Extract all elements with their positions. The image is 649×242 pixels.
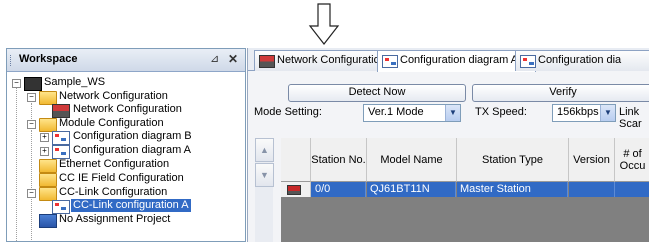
tree-item-cc-ie-field-configuration[interactable]: CC IE Field Configuration <box>7 172 243 187</box>
tree-item-ethernet-configuration[interactable]: Ethernet Configuration <box>7 158 243 173</box>
collapse-icon[interactable]: − <box>12 79 21 88</box>
column-header[interactable]: Station No. <box>311 138 367 182</box>
tree-item-cc-link-configuration-a[interactable]: CC-Link configuration A <box>7 199 243 214</box>
editor-area: Network Configuration Configuration diag… <box>247 48 649 242</box>
row-move-bar: ▲ ▼ <box>255 138 274 242</box>
tree-item-label: Module Configuration <box>59 117 164 129</box>
workspace-panel: Workspace ⊿ ✕ − Sample_WS − Network Conf… <box>6 48 246 242</box>
tree-item-network-configuration-folder[interactable]: − Network Configuration <box>7 90 243 105</box>
tree-item-label: Configuration diagram B <box>73 130 192 142</box>
expand-icon[interactable]: + <box>40 147 49 156</box>
tree-item-module-configuration[interactable]: − Module Configuration <box>7 117 243 132</box>
table-cell-model-name[interactable]: QJ61BT11N <box>367 182 456 197</box>
column-header[interactable]: Model Name <box>367 138 457 182</box>
tree-item-label: CC-Link Configuration <box>59 186 168 198</box>
close-icon[interactable]: ✕ <box>228 52 238 66</box>
tab-configuration-diagram[interactable]: Configuration dia <box>515 50 649 71</box>
tab-configuration-diagram-a[interactable]: Configuration diagram A <box>377 50 536 72</box>
mode-setting-select[interactable]: Ver.1 Mode ▼ <box>363 104 461 122</box>
collapse-icon[interactable]: − <box>27 93 36 102</box>
table-cell-station-type[interactable]: Master Station <box>457 182 568 197</box>
tx-speed-label: TX Speed: <box>475 106 527 118</box>
tree-item-label: Network Configuration <box>73 103 182 115</box>
tree-item-label: Configuration diagram A <box>73 144 192 156</box>
tab-bar: Network Configuration Configuration diag… <box>248 48 649 72</box>
tx-speed-value: 156kbps <box>557 106 599 118</box>
mode-setting-value: Ver.1 Mode <box>368 106 424 118</box>
collapse-icon[interactable]: − <box>27 120 36 129</box>
diagram-icon <box>52 131 70 145</box>
mode-setting-label: Mode Setting: <box>254 106 322 118</box>
tree-item-label: Ethernet Configuration <box>59 158 170 170</box>
tab-label: Network Configuration <box>277 54 386 66</box>
table-row-icon-cell[interactable] <box>281 182 311 197</box>
table-cell-version[interactable] <box>569 182 615 197</box>
tree-item-configuration-diagram-a[interactable]: + Configuration diagram A <box>7 144 243 159</box>
folder-icon <box>39 173 57 187</box>
folder-icon <box>39 159 57 173</box>
diagram-icon <box>382 55 398 68</box>
tree-item-no-assignment-project[interactable]: No Assignment Project <box>7 213 243 228</box>
link-scan-label: Link Scar <box>619 106 642 130</box>
table-cell-station-no[interactable]: 0/0 <box>311 182 366 197</box>
grip-icon[interactable] <box>10 55 13 66</box>
down-arrow-icon <box>308 3 340 45</box>
tree-item-cc-link-configuration[interactable]: − CC-Link Configuration <box>7 186 243 201</box>
move-up-button[interactable]: ▲ <box>255 138 274 162</box>
tab-label: Configuration diagram A <box>400 54 519 66</box>
tree-item-label: CC IE Field Configuration <box>59 172 184 184</box>
project-icon <box>39 214 57 228</box>
tx-speed-select[interactable]: 156kbps ▼ <box>552 104 616 122</box>
table-cell-occupied[interactable] <box>615 182 649 197</box>
column-header[interactable]: Station Type <box>457 138 569 182</box>
tab-label: Configuration dia <box>538 54 622 66</box>
chevron-down-icon[interactable]: ▼ <box>445 105 460 121</box>
tree-item-label: Sample_WS <box>44 76 106 88</box>
tree-item-label: No Assignment Project <box>59 213 171 225</box>
workspace-title: Workspace <box>19 53 78 65</box>
verify-button[interactable]: Verify <box>472 84 649 102</box>
network-config-icon <box>259 55 275 68</box>
workspace-header: Workspace ⊿ ✕ <box>7 49 245 72</box>
diagram-icon <box>520 55 536 68</box>
diagram-icon <box>52 145 70 159</box>
expand-icon[interactable]: + <box>40 133 49 142</box>
diagram-icon <box>52 200 70 214</box>
network-config-icon <box>52 104 70 118</box>
column-header[interactable]: Version <box>569 138 615 182</box>
tree-item-label: CC-Link configuration A <box>71 199 191 212</box>
detect-now-button[interactable]: Detect Now <box>288 84 466 102</box>
tree-item-configuration-diagram-b[interactable]: + Configuration diagram B <box>7 130 243 145</box>
pin-icon[interactable]: ⊿ <box>210 52 219 65</box>
station-table: Station No. Model Name Station Type Vers… <box>281 138 649 242</box>
chevron-down-icon[interactable]: ▼ <box>600 105 615 121</box>
collapse-icon[interactable]: − <box>27 189 36 198</box>
tree-item-sample-ws[interactable]: − Sample_WS <box>7 76 243 91</box>
workspace-icon <box>24 77 42 91</box>
move-down-button[interactable]: ▼ <box>255 163 274 187</box>
tree-item-network-configuration[interactable]: Network Configuration <box>7 103 243 118</box>
station-icon <box>287 185 301 195</box>
table-header-icon-col <box>281 138 311 182</box>
column-header[interactable]: # of Occu <box>615 138 649 182</box>
tree-item-label: Network Configuration <box>59 90 168 102</box>
